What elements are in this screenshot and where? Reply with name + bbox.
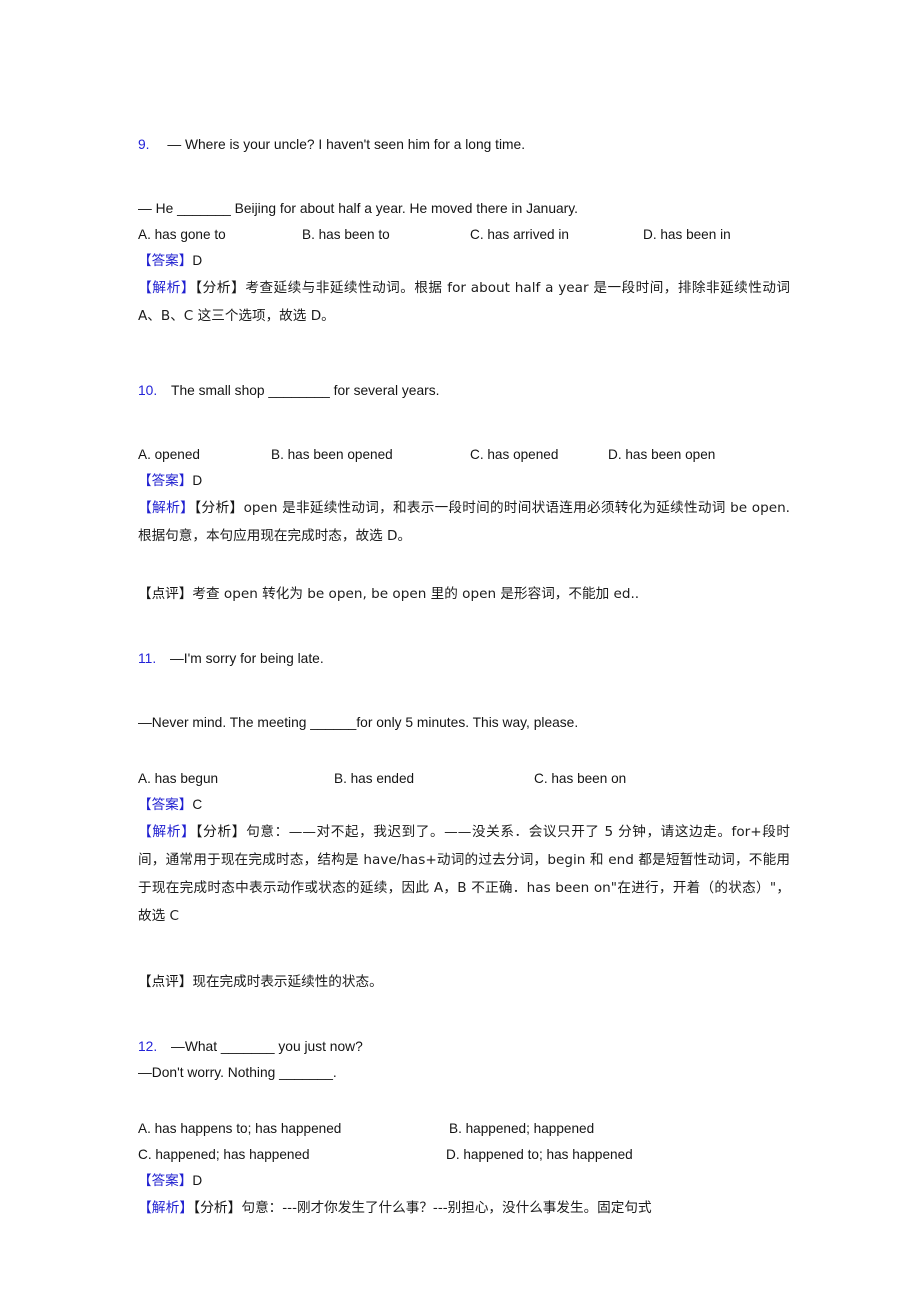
answer-label-12: 【答案】 — [138, 1173, 193, 1189]
options-row-9: A. has gone to B. has been to C. has arr… — [138, 222, 790, 248]
answer-label-9: 【答案】 — [138, 253, 193, 269]
answer-line-11: 【答案】C — [138, 792, 790, 818]
analysis-sub-label-9: 【分析】 — [195, 280, 246, 296]
analysis-sub-label-11: 【分析】 — [195, 824, 247, 840]
question-text-9-1: — Where is your uncle? I haven't seen hi… — [167, 137, 526, 152]
options-row-12: A. has happens to; has happened B. happe… — [138, 1116, 790, 1168]
analysis-sub-label-10: 【分析】 — [194, 500, 244, 516]
comment-label-10: 【点评】 — [138, 586, 193, 602]
option-12-a[interactable]: A. has happens to; has happened — [138, 1116, 341, 1142]
comment-block-10: 【点评】考查 open 转化为 be open, be open 里的 open… — [138, 580, 790, 608]
question-text-10-1: The small shop ________ for several year… — [171, 383, 440, 398]
question-text-12-1: —What _______ you just now? — [171, 1039, 363, 1054]
comment-text-10: 考查 open 转化为 be open, be open 里的 open 是形容… — [192, 586, 640, 602]
option-11-a[interactable]: A. has begun — [138, 766, 218, 792]
option-9-b[interactable]: B. has been to — [302, 222, 390, 248]
option-9-d[interactable]: D. has been in — [643, 222, 731, 248]
comment-block-11: 【点评】现在完成时表示延续性的状态。 — [138, 968, 790, 996]
answer-line-9: 【答案】D — [138, 248, 790, 274]
question-number-11: 11. — [138, 651, 157, 666]
question-stem-line-11-2: —Never mind. The meeting ______for only … — [138, 715, 579, 730]
analysis-label-11: 【解析】 — [138, 824, 196, 840]
question-number-12: 12. — [138, 1039, 158, 1054]
option-10-a[interactable]: A. opened — [138, 442, 200, 468]
question-stem-line-12-2: —Don't worry. Nothing _______. — [138, 1065, 337, 1080]
option-10-d[interactable]: D. has been open — [608, 442, 715, 468]
question-block-11: 11. —I'm sorry for being late. —Never mi… — [138, 646, 790, 996]
answer-label-11: 【答案】 — [138, 797, 193, 813]
option-9-c[interactable]: C. has arrived in — [470, 222, 569, 248]
question-number-10: 10. — [138, 383, 158, 398]
option-12-b[interactable]: B. happened; happened — [449, 1116, 594, 1142]
question-stem-line-12-1: 12. —What _______ you just now? — [138, 1034, 790, 1060]
answer-line-10: 【答案】D — [138, 468, 790, 494]
option-9-a[interactable]: A. has gone to — [138, 222, 226, 248]
analysis-label-10: 【解析】 — [138, 500, 195, 516]
analysis-text-12: 句意：---刚才你发生了什么事？---别担心，没什么事发生。固定句式 — [241, 1200, 652, 1216]
option-10-c[interactable]: C. has opened — [470, 442, 558, 468]
question-stem-line-9-1: 9. — Where is your uncle? I haven't seen… — [138, 132, 790, 158]
answer-value-9: D — [192, 253, 203, 268]
analysis-block-10: 【解析】【分析】open 是非延续性动词，和表示一段时间的时间状语连用必须转化为… — [138, 494, 790, 550]
option-11-b[interactable]: B. has ended — [334, 766, 414, 792]
worksheet-page: 9. — Where is your uncle? I haven't seen… — [0, 0, 920, 1302]
option-12-d[interactable]: D. happened to; has happened — [446, 1142, 633, 1168]
analysis-sub-label-12: 【分析】 — [193, 1200, 242, 1216]
analysis-block-9: 【解析】【分析】考查延续与非延续性动词。根据 for about half a … — [138, 274, 790, 330]
comment-text-11: 现在完成时表示延续性的状态。 — [192, 974, 383, 990]
answer-value-12: D — [192, 1173, 203, 1188]
question-block-10: 10. The small shop ________ for several … — [138, 378, 790, 608]
option-12-c[interactable]: C. happened; has happened — [138, 1142, 310, 1168]
analysis-label-9: 【解析】 — [138, 280, 196, 296]
options-row-11: A. has begun B. has ended C. has been on — [138, 766, 790, 792]
comment-label-11: 【点评】 — [138, 974, 193, 990]
analysis-block-11: 【解析】【分析】句意：——对不起，我迟到了。——没关系．会议只开了 5 分钟，请… — [138, 818, 790, 930]
answer-value-11: C — [192, 797, 203, 812]
question-number-9: 9. — [138, 137, 150, 152]
analysis-block-12: 【解析】【分析】句意：---刚才你发生了什么事？---别担心，没什么事发生。固定… — [138, 1194, 790, 1222]
question-block-9: 9. — Where is your uncle? I haven't seen… — [138, 132, 790, 330]
answer-value-10: D — [192, 473, 203, 488]
question-block-12: 12. —What _______ you just now? —Don't w… — [138, 1034, 790, 1222]
question-stem-line-9-2: — He _______ Beijing for about half a ye… — [138, 201, 578, 216]
answer-label-10: 【答案】 — [138, 473, 193, 489]
question-stem-line-10-1: 10. The small shop ________ for several … — [138, 378, 790, 404]
question-text-11-1: —I'm sorry for being late. — [170, 651, 324, 666]
options-row-10: A. opened B. has been opened C. has open… — [138, 442, 790, 468]
analysis-label-12: 【解析】 — [138, 1200, 194, 1216]
answer-line-12: 【答案】D — [138, 1168, 790, 1194]
option-10-b[interactable]: B. has been opened — [271, 442, 393, 468]
question-stem-line-11-1: 11. —I'm sorry for being late. — [138, 646, 790, 672]
option-11-c[interactable]: C. has been on — [534, 766, 626, 792]
